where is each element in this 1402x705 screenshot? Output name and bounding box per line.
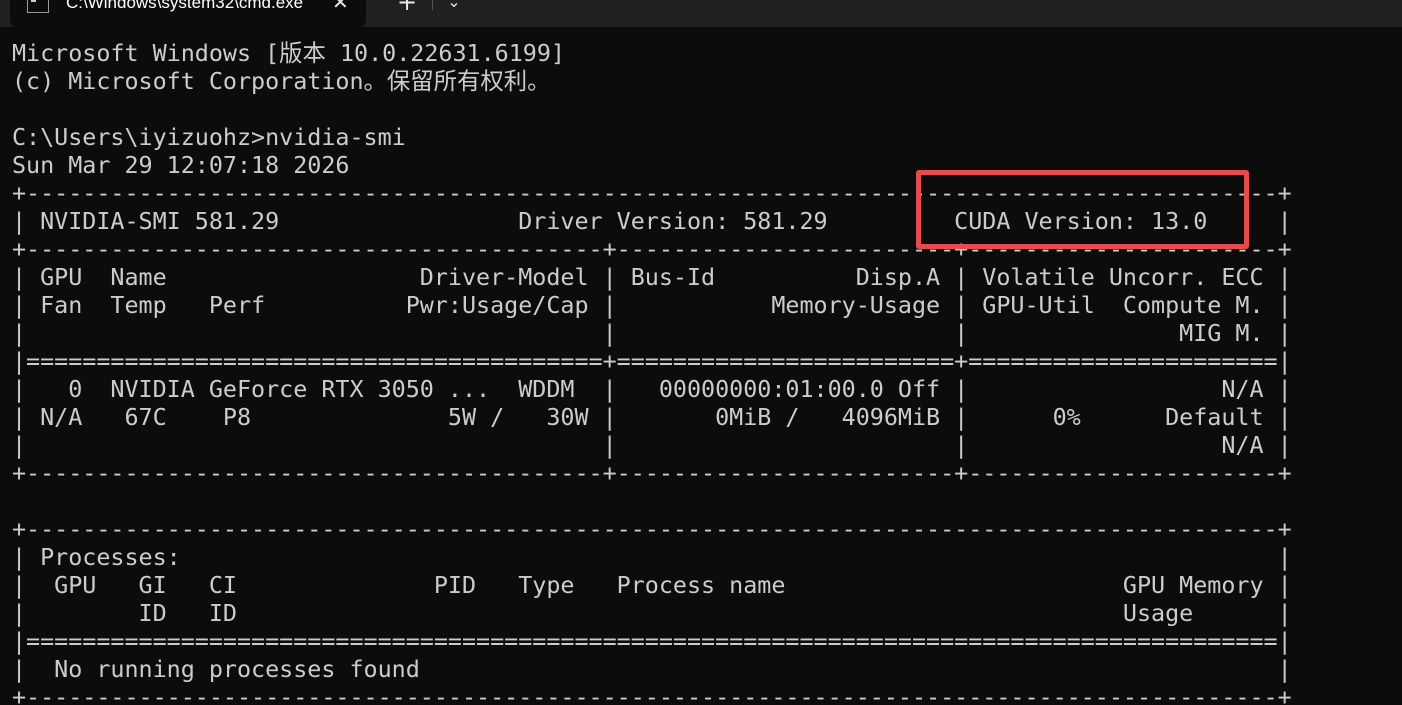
console-line: Microsoft Windows [版本 10.0.22631.6199] <box>12 39 565 67</box>
terminal-icon <box>27 0 49 13</box>
new-tab-button[interactable]: + <box>392 0 422 14</box>
tab-title: C:\Windows\system32\cmd.exe <box>66 0 304 12</box>
processes-header: | ID ID Usage | <box>12 599 1292 627</box>
table-header: | GPU Name Driver-Model | Bus-Id Disp.A … <box>12 263 1292 291</box>
console-line: (c) Microsoft Corporation。保留所有权利。 <box>12 67 551 95</box>
table-separator: |=======================================… <box>12 627 1292 655</box>
timestamp-line: Sun Mar 29 12:07:18 2026 <box>12 151 350 179</box>
processes-row: | No running processes found | <box>12 655 1292 683</box>
table-border: +---------------------------------------… <box>12 179 1292 207</box>
gpu-row: | N/A 67C P8 5W / 30W | 0MiB / 4096MiB |… <box>12 403 1292 431</box>
processes-header: | GPU GI CI PID Type Process name GPU Me… <box>12 571 1292 599</box>
terminal-output[interactable]: Microsoft Windows [版本 10.0.22631.6199] (… <box>12 39 1397 705</box>
gpu-row: | | | N/A | <box>12 431 1292 459</box>
tab-cmd[interactable]: C:\Windows\system32\cmd.exe ✕ <box>10 0 366 27</box>
table-header: | | | MIG M. | <box>12 319 1292 347</box>
chevron-down-icon[interactable]: ⌄ <box>440 0 468 12</box>
gpu-row: | 0 NVIDIA GeForce RTX 3050 ... WDDM | 0… <box>12 375 1292 403</box>
table-border: +---------------------------------------… <box>12 683 1292 705</box>
processes-title: | Processes: | <box>12 543 1292 571</box>
tab-bar: C:\Windows\system32\cmd.exe ✕ + ⌄ <box>0 0 1402 27</box>
table-border: +---------------------------------------… <box>12 235 1292 263</box>
smi-version-line: | NVIDIA-SMI 581.29 Driver Version: 581.… <box>12 207 1292 235</box>
table-header: | Fan Temp Perf Pwr:Usage/Cap | Memory-U… <box>12 291 1292 319</box>
table-separator: |=======================================… <box>12 347 1292 375</box>
tab-separator <box>432 0 433 10</box>
command-line: C:\Users\iyizuohz>nvidia-smi <box>12 123 406 151</box>
table-border: +---------------------------------------… <box>12 459 1292 487</box>
table-border: +---------------------------------------… <box>12 515 1292 543</box>
close-icon[interactable]: ✕ <box>332 0 349 12</box>
